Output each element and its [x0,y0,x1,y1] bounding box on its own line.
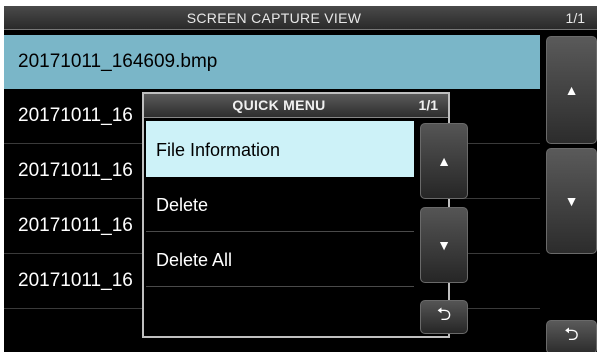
back-button[interactable]: ⮌ [546,320,597,352]
page-indicator: 1/1 [565,10,585,26]
quick-menu-dialog: QUICK MENU 1/1 File Information Delete D… [142,92,468,338]
quick-menu-title: QUICK MENU [232,97,326,113]
down-arrow-icon: ▼ [564,193,579,209]
file-name: 20171011_16 [18,105,133,126]
quick-menu-page-indicator: 1/1 [418,97,438,113]
window-title: SCREEN CAPTURE VIEW [186,10,362,26]
menu-scroll-down-button[interactable]: ▼ [420,207,468,283]
menu-item-file-information[interactable]: File Information [146,121,414,177]
up-arrow-icon: ▲ [564,82,579,98]
file-name: 20171011_16 [18,160,133,181]
scroll-down-button[interactable]: ▼ [546,148,597,254]
quick-menu-list: File Information Delete Delete All [146,121,414,342]
screen-capture-view: SCREEN CAPTURE VIEW 1/1 20171011_164609.… [4,6,597,352]
quick-menu-title-bar: QUICK MENU 1/1 [144,94,448,118]
file-name: 20171011_16 [18,270,133,291]
title-bar: SCREEN CAPTURE VIEW 1/1 [4,6,597,30]
menu-scroll-up-button[interactable]: ▲ [420,123,468,199]
menu-item-empty [146,287,414,342]
return-icon: ⮌ [564,324,579,344]
file-name: 20171011_164609.bmp [18,51,218,72]
file-name: 20171011_16 [18,215,133,236]
up-arrow-icon: ▲ [437,153,451,169]
return-icon: ⮌ [436,304,452,324]
menu-item-delete-all[interactable]: Delete All [146,232,414,287]
menu-item-delete[interactable]: Delete [146,177,414,232]
menu-back-button[interactable]: ⮌ [420,300,468,334]
scroll-up-button[interactable]: ▲ [546,36,597,144]
file-row[interactable]: 20171011_164609.bmp [4,35,540,89]
down-arrow-icon: ▼ [437,237,451,253]
